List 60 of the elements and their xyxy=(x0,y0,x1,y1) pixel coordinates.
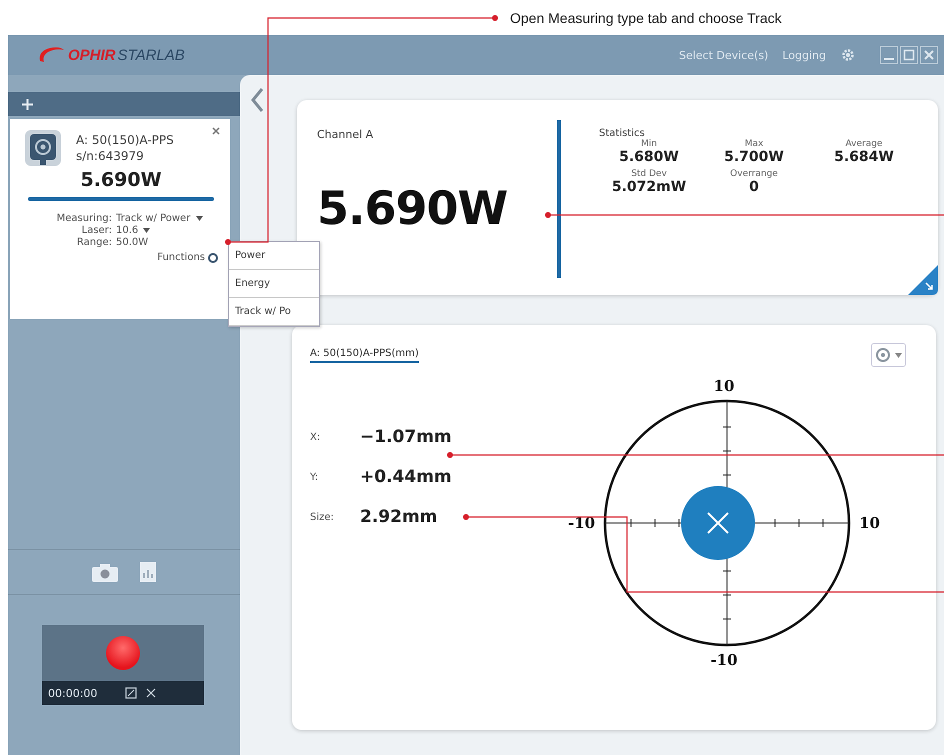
position-value: +0.44mm xyxy=(360,467,452,487)
back-chevron-icon[interactable] xyxy=(250,87,264,113)
statistics-title: Statistics xyxy=(599,128,646,139)
chart-file-icon[interactable] xyxy=(140,562,156,582)
channel-title: Channel A xyxy=(317,128,374,141)
caret-icon xyxy=(895,352,902,358)
recording-time: 00:00:00 xyxy=(48,686,98,700)
stat-value: 0 xyxy=(749,179,759,195)
menu-item[interactable]: Power xyxy=(229,242,319,270)
stat-value: 5.072mW xyxy=(612,179,686,195)
position-value: −1.07mm xyxy=(360,427,452,447)
serial-number: s/n:643979 xyxy=(76,149,145,163)
power-reading: 5.690W xyxy=(317,181,508,235)
stat-label: Std Dev xyxy=(631,169,667,179)
stat-value: 5.684W xyxy=(834,149,894,165)
axis-tick-label: -10 xyxy=(710,651,738,669)
setting-label: Measuring: xyxy=(56,213,112,224)
gear-icon[interactable] xyxy=(208,252,218,262)
stat-value: 5.700W xyxy=(724,149,784,165)
setting-value[interactable]: 10.6 xyxy=(116,225,138,236)
caret-icon[interactable] xyxy=(196,216,202,221)
axis-label: X: xyxy=(310,432,322,442)
camera-dropdown[interactable] xyxy=(871,343,906,367)
power-reading: 5.690W xyxy=(79,169,163,191)
minimize-icon[interactable] xyxy=(880,46,898,64)
stat-value: 5.680W xyxy=(619,149,679,165)
setting-label: Range: xyxy=(76,237,112,248)
logo-brand: OPHIR xyxy=(68,46,116,64)
settings-icon[interactable] xyxy=(840,47,856,63)
stat-label: Overrange xyxy=(730,169,778,179)
device-name: A: 50(150)A-PPS xyxy=(76,133,174,147)
plus-icon[interactable] xyxy=(22,98,33,110)
annotation-text: Open Measuring type tab and choose Track xyxy=(510,10,782,26)
stat-label: Min xyxy=(641,139,657,149)
axis-label: Y: xyxy=(310,472,320,482)
setting-value[interactable]: Track w/ Power xyxy=(116,213,190,224)
position-value: 2.92mm xyxy=(360,507,438,527)
logo-product: STARLAB xyxy=(118,46,185,64)
setting-label: Laser: xyxy=(80,225,112,236)
lens-icon xyxy=(875,347,891,363)
axis-label: Size: xyxy=(310,512,335,522)
maximize-icon[interactable] xyxy=(900,46,918,64)
functions-button[interactable]: Functions xyxy=(157,252,205,263)
axis-tick-label: -10 xyxy=(568,514,596,532)
export-icon[interactable] xyxy=(125,687,138,699)
record-button[interactable] xyxy=(106,636,140,670)
axis-tick-label: 10 xyxy=(859,514,880,532)
stat-label: Max xyxy=(744,139,764,149)
caret-icon[interactable] xyxy=(143,228,150,233)
menu-item[interactable]: Track w/ Po xyxy=(229,298,319,326)
stat-label: Average xyxy=(846,139,882,149)
sensor-icon xyxy=(24,129,62,167)
close-icon[interactable] xyxy=(920,46,938,64)
menu-item[interactable]: Energy xyxy=(229,270,319,298)
sensor-tab[interactable]: A: 50(150)A-PPS(mm) xyxy=(310,348,419,362)
camera-icon[interactable] xyxy=(92,564,118,582)
axis-tick-label: 10 xyxy=(714,377,734,395)
setting-value: 50.0W xyxy=(116,237,148,248)
close-icon[interactable] xyxy=(212,127,220,135)
expand-corner-icon[interactable] xyxy=(908,265,938,295)
